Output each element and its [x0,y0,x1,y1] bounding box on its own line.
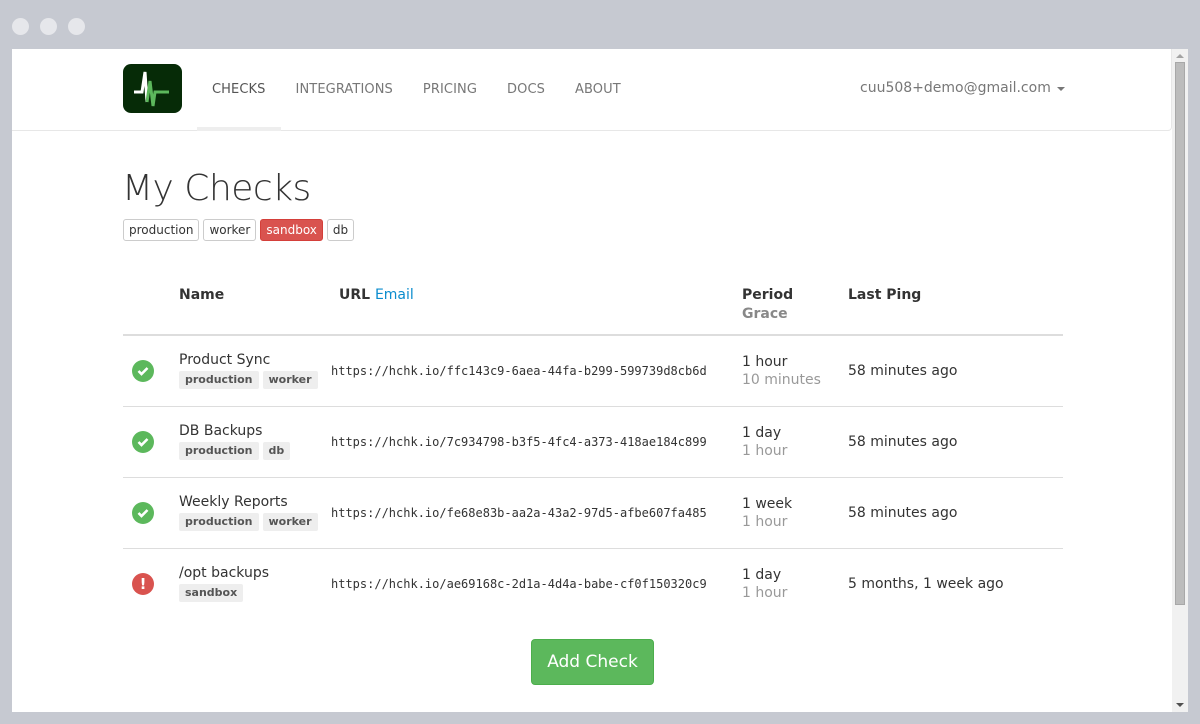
period-value: 1 hour [742,353,788,370]
browser-viewport: Checks Integrations Pricing Docs About c… [12,49,1188,712]
scroll-down-arrow-icon[interactable] [1176,703,1184,707]
header-last-ping-label: Last Ping [848,287,922,303]
window-minimize-button[interactable] [40,18,57,35]
check-name[interactable]: Weekly Reports [179,494,331,510]
check-tags: production worker [179,371,331,390]
nav-about[interactable]: About [560,49,636,130]
window-close-button[interactable] [12,18,29,35]
check-name[interactable]: Product Sync [179,352,331,368]
header-status [123,277,179,336]
check-timeout[interactable]: 1 day 1 hour [742,406,848,478]
scrollbar-thumb[interactable] [1175,62,1185,605]
table-row[interactable]: Weekly Reports production worker https:/… [123,477,1063,549]
tag: production [179,371,259,390]
window-controls [12,18,85,35]
check-circle-icon [132,430,154,453]
page-title: My Checks [122,168,311,209]
check-url[interactable]: https://hchk.io/fe68e83b-aa2a-43a2-97d5-… [331,477,742,549]
tag: sandbox [179,584,244,603]
check-tags: production db [179,442,331,460]
window-maximize-button[interactable] [68,18,85,35]
grace-value: 1 hour [742,442,788,459]
last-ping: 58 minutes ago [848,477,1063,549]
check-tags: sandbox [179,584,331,603]
last-ping: 58 minutes ago [848,406,1063,478]
logo[interactable] [123,64,182,113]
vertical-scrollbar[interactable] [1172,49,1188,712]
check-name[interactable]: DB Backups [179,423,331,439]
filter-sandbox[interactable]: sandbox [260,219,323,241]
check-name[interactable]: /opt backups [179,565,331,581]
table-header-row: Name URL Email Period Grace Last Ping [123,277,1063,336]
header-period-label: Period [742,287,794,303]
check-timeout[interactable]: 1 hour 10 minutes [742,335,848,407]
check-url[interactable]: https://hchk.io/ae69168c-2d1a-4d4a-babe-… [331,548,742,619]
caret-down-icon [1056,87,1065,91]
tag: worker [262,371,318,390]
period-value: 1 day [742,424,782,441]
table-row[interactable]: Product Sync production worker https://h… [123,335,1063,407]
filter-production[interactable]: production [123,219,200,241]
nav-links: Checks Integrations Pricing Docs About [197,49,636,131]
check-circle-icon [132,501,154,524]
tag: production [179,442,259,460]
last-ping: 5 months, 1 week ago [848,575,1004,592]
check-url[interactable]: https://hchk.io/7c934798-b3f5-4fc4-a373-… [331,406,742,478]
nav-checks[interactable]: Checks [197,49,281,131]
last-ping: 58 minutes ago [848,335,1063,407]
grace-value: 1 hour [742,513,788,530]
grace-value: 10 minutes [742,371,821,388]
header-last-ping: Last Ping [848,277,1063,336]
table-row[interactable]: ! /opt backups sandbox https://hchk.io/a… [123,548,1063,619]
nav-pricing[interactable]: Pricing [408,49,492,130]
header-url: URL Email [331,277,742,336]
table-row[interactable]: DB Backups production db https://hchk.io… [123,406,1063,478]
tag: worker [262,513,318,531]
tag: db [262,442,291,460]
period-value: 1 day [742,566,782,583]
check-timeout[interactable]: 1 week 1 hour [742,477,848,549]
tag-filters: production worker sandbox db [123,219,355,241]
header-url-label: URL [339,287,371,303]
user-email: cuu508+demo@gmail.com [860,80,1051,96]
check-timeout[interactable]: 1 day 1 hour [742,548,848,619]
header-name-label: Name [179,287,225,303]
user-menu[interactable]: cuu508+demo@gmail.com [860,80,1065,96]
check-circle-icon [132,359,154,382]
checks-table: Name URL Email Period Grace Last Ping Pr… [123,277,1063,619]
scroll-up-arrow-icon[interactable] [1176,54,1184,58]
check-tags: production worker [179,513,331,531]
email-toggle-link[interactable]: Email [375,287,414,303]
filter-worker[interactable]: worker [203,219,257,241]
header-period: Period Grace [742,277,848,336]
filter-db[interactable]: db [326,219,355,241]
check-url[interactable]: https://hchk.io/ffc143c9-6aea-44fa-b299-… [331,335,742,407]
nav-integrations[interactable]: Integrations [281,49,408,130]
exclamation-circle-icon: ! [132,572,154,595]
pulse-heartbeat-icon [134,71,169,107]
add-check-button[interactable]: Add Check [531,639,654,685]
header-name: Name [179,277,331,336]
header-grace-label: Grace [742,306,788,322]
nav-docs[interactable]: Docs [492,49,560,130]
navbar: Checks Integrations Pricing Docs About c… [12,49,1172,131]
period-value: 1 week [742,495,793,512]
tag: production [179,513,259,531]
grace-value: 1 hour [742,584,788,601]
